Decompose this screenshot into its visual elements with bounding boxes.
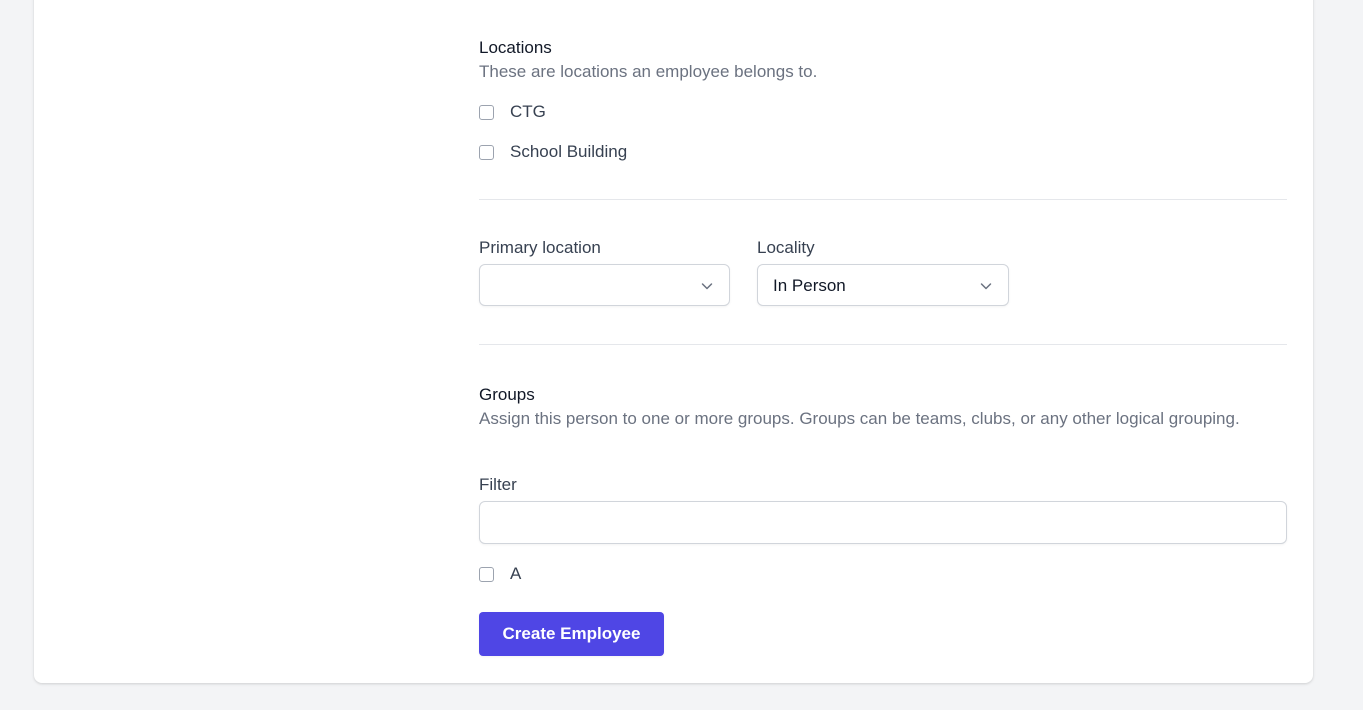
group-option-a[interactable]: A (479, 564, 521, 584)
locality-label: Locality (757, 238, 815, 257)
locality-select[interactable]: In Person (757, 264, 1009, 306)
location-option-ctg[interactable]: CTG (479, 102, 546, 122)
group-checkbox-a[interactable] (479, 566, 494, 582)
locations-description: These are locations an employee belongs … (479, 62, 818, 81)
locations-title: Locations (479, 38, 552, 57)
group-label-a[interactable]: A (510, 564, 521, 584)
primary-location-label: Primary location (479, 238, 601, 257)
form-content: Locations These are locations an employe… (479, 0, 1287, 683)
location-label-ctg[interactable]: CTG (510, 102, 546, 122)
location-option-school-building[interactable]: School Building (479, 142, 627, 162)
chevron-down-icon (980, 283, 992, 290)
filter-label: Filter (479, 475, 517, 494)
primary-location-select[interactable] (479, 264, 730, 306)
create-employee-button[interactable]: Create Employee (479, 612, 664, 656)
location-checkbox-school-building[interactable] (479, 144, 494, 160)
locality-value: In Person (773, 276, 846, 295)
section-divider (479, 344, 1287, 345)
section-divider (479, 199, 1287, 200)
location-checkbox-ctg[interactable] (479, 104, 494, 120)
groups-title: Groups (479, 385, 535, 404)
form-card: Locations These are locations an employe… (34, 0, 1313, 683)
groups-description: Assign this person to one or more groups… (479, 409, 1240, 428)
chevron-down-icon (701, 283, 713, 290)
location-label-school-building[interactable]: School Building (510, 142, 627, 162)
filter-input[interactable] (479, 501, 1287, 544)
